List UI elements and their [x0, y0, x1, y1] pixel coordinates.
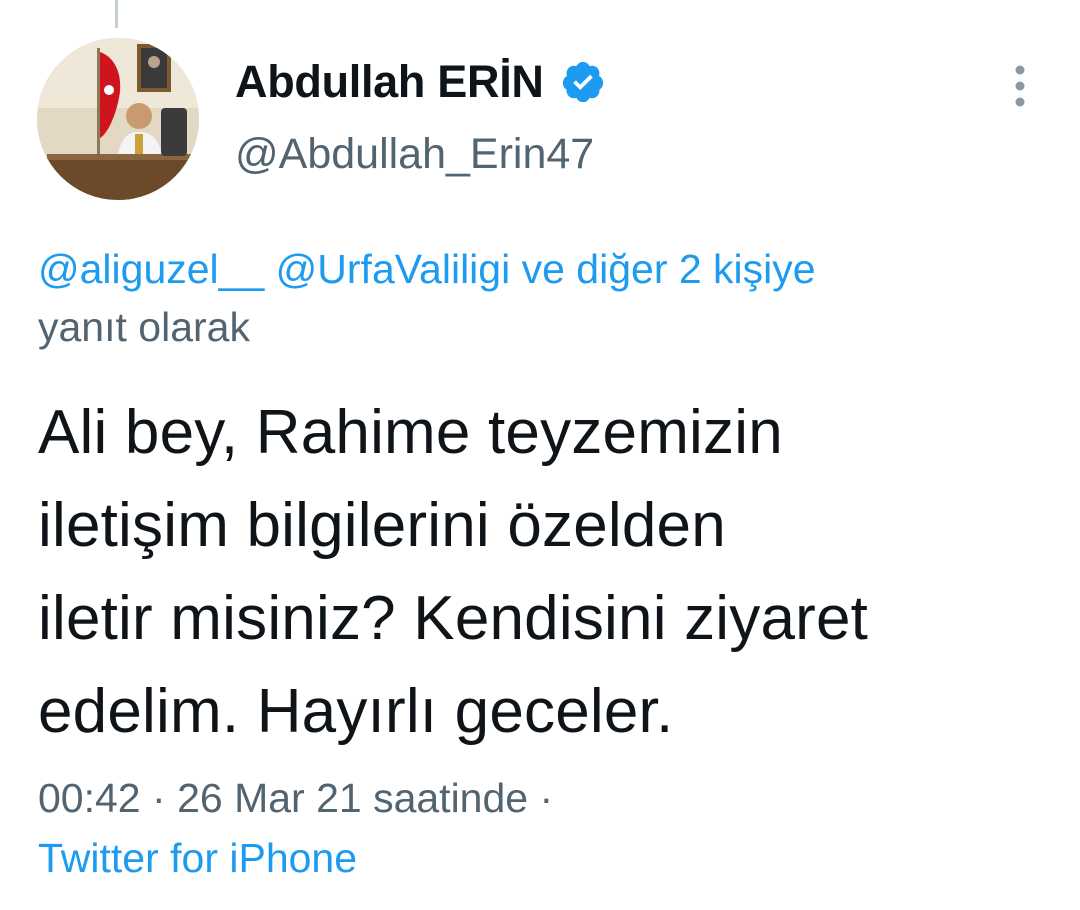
author-handle[interactable]: @Abdullah_Erin47: [235, 130, 594, 179]
avatar[interactable]: [37, 38, 199, 200]
tweet-text: Ali bey, Rahime teyzemizin iletişim bilg…: [38, 386, 1048, 758]
tweet-text-line: Ali bey, Rahime teyzemizin: [38, 398, 783, 467]
tweet-date[interactable]: 26 Mar 21 saatinde: [177, 775, 528, 821]
author-name-row[interactable]: Abdullah ERİN: [235, 52, 606, 112]
more-vertical-icon[interactable]: [1004, 60, 1036, 112]
meta-separator: ·: [539, 775, 554, 821]
tweet-meta: 00:42 · 26 Mar 21 saatinde · Twitter for…: [38, 768, 1048, 888]
meta-separator: ·: [152, 775, 166, 821]
verified-badge-icon: [560, 59, 606, 105]
tweet-text-line: iletişim bilgilerini özelden: [38, 491, 726, 560]
tweet-text-line: edelim. Hayırlı geceler.: [38, 677, 674, 746]
tweet-time[interactable]: 00:42: [38, 775, 141, 821]
reply-mention-2[interactable]: @UrfaValiligi: [276, 246, 511, 292]
reply-suffix: yanıt olarak: [38, 304, 250, 350]
tweet-source[interactable]: Twitter for iPhone: [38, 835, 357, 881]
thread-connector-line: [115, 0, 118, 28]
reply-context: @aliguzel__ @UrfaValiligi ve diğer 2 kiş…: [38, 240, 1038, 356]
tweet-text-line: iletir misiniz? Kendisini ziyaret: [38, 584, 869, 653]
avatar-photo: [37, 38, 199, 200]
reply-others-link[interactable]: ve diğer 2 kişiye: [522, 246, 816, 292]
reply-mention-1[interactable]: @aliguzel__: [38, 246, 264, 292]
tweet-detail: Abdullah ERİN @Abdullah_Erin47 @aliguzel…: [0, 0, 1080, 910]
author-display-name[interactable]: Abdullah ERİN: [235, 56, 544, 108]
